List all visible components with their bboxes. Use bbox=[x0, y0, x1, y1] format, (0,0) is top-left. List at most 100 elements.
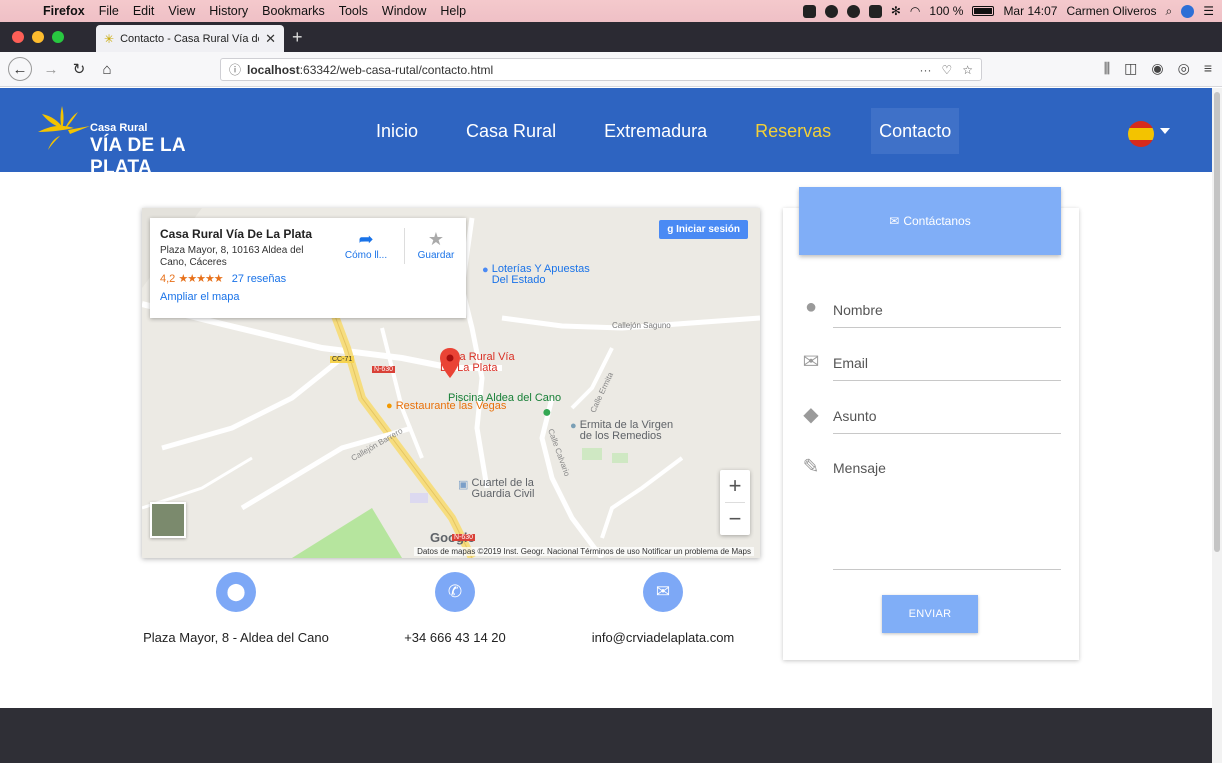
page-scrollbar[interactable] bbox=[1212, 88, 1222, 763]
map-label-ermita[interactable]: ● Ermita de la Virgen de los Remedios bbox=[570, 420, 673, 442]
map-label-restaurante[interactable]: ● Restaurante las Vegas bbox=[386, 400, 506, 412]
sidebar-icon[interactable]: ◫ bbox=[1124, 60, 1137, 77]
home-icon[interactable]: ⌂ bbox=[96, 58, 118, 80]
nav-contacto[interactable]: Contacto bbox=[871, 108, 960, 154]
directions-button[interactable]: ➦ Cómo ll... bbox=[336, 228, 396, 261]
menu-help[interactable]: Help bbox=[440, 4, 466, 18]
minimize-window-button[interactable] bbox=[32, 31, 44, 43]
map-signin-button[interactable]: g Iniciar sesión bbox=[659, 220, 748, 239]
wifi-icon[interactable]: ◠ bbox=[910, 4, 920, 18]
satellite-toggle-thumbnail[interactable] bbox=[150, 502, 186, 538]
tab-contacto[interactable]: ✳ Contacto - Casa Rural Vía de la ✕ bbox=[96, 25, 284, 52]
back-button[interactable]: ← bbox=[8, 57, 32, 81]
menu-app-firefox[interactable]: Firefox bbox=[43, 4, 85, 18]
logo-leaves-icon bbox=[38, 106, 90, 150]
battery-icon[interactable] bbox=[972, 6, 995, 16]
menu-file[interactable]: File bbox=[99, 4, 119, 18]
pencil-icon: ✎ bbox=[802, 456, 820, 478]
envelope-icon: ✉ bbox=[889, 214, 900, 228]
logo-big-text: VÍA DE LA PLATA bbox=[90, 135, 186, 178]
church-pin-icon: ● bbox=[570, 420, 577, 432]
map-pin-loterias-icon: ● bbox=[482, 264, 489, 276]
language-dropdown-caret-icon[interactable] bbox=[1160, 128, 1170, 134]
status-cloud-icon[interactable] bbox=[846, 4, 860, 18]
zoom-out-button[interactable]: − bbox=[720, 503, 750, 535]
restaurant-pin-icon: ● bbox=[386, 400, 393, 412]
info-icon[interactable]: ⓘ bbox=[229, 61, 241, 78]
nav-extremadura[interactable]: Extremadura bbox=[580, 108, 731, 154]
contact-phone: ✆ +34 666 43 14 20 bbox=[355, 572, 555, 645]
place-rating: 4,2 ★★★★★ 27 reseñas bbox=[160, 273, 287, 285]
map-marker-casa-rural[interactable]: Casa Rural Vía De La Plata bbox=[440, 348, 515, 378]
contact-email: ✉ info@crviadelaplata.com bbox=[563, 572, 763, 645]
menu-edit[interactable]: Edit bbox=[133, 4, 155, 18]
spotlight-icon[interactable]: ⌕ bbox=[1166, 4, 1173, 19]
bluetooth-icon[interactable]: ✻ bbox=[891, 4, 901, 18]
subject-field[interactable]: ◆ Asunto bbox=[799, 398, 1061, 434]
new-tab-button[interactable]: + bbox=[292, 28, 303, 46]
zoom-controls: + − bbox=[720, 470, 750, 535]
bookmark-star-icon[interactable]: ☆ bbox=[962, 63, 973, 77]
send-button[interactable]: ENVIAR bbox=[882, 595, 978, 633]
account-icon[interactable]: ◎ bbox=[1178, 60, 1190, 77]
message-field[interactable]: ✎ Mensaje bbox=[799, 450, 1061, 570]
email-icon: ✉ bbox=[802, 351, 820, 373]
tag-icon: ◆ bbox=[803, 404, 819, 426]
contact-form-card bbox=[783, 208, 1079, 660]
siri-icon[interactable] bbox=[1181, 4, 1195, 18]
url-bar[interactable]: ⓘ localhost:63342/web-casa-rutal/contact… bbox=[220, 58, 982, 81]
close-tab-icon[interactable]: ✕ bbox=[265, 31, 276, 47]
forward-button[interactable]: → bbox=[40, 58, 62, 80]
tab-title: Contacto - Casa Rural Vía de la bbox=[120, 32, 259, 45]
rating-stars-icon: ★★★★★ bbox=[178, 273, 223, 285]
name-underline bbox=[833, 327, 1061, 328]
close-window-button[interactable] bbox=[12, 31, 24, 43]
pocket-icon[interactable]: ♡ bbox=[941, 63, 952, 77]
scrollbar-thumb[interactable] bbox=[1214, 92, 1220, 552]
menu-bookmarks[interactable]: Bookmarks bbox=[262, 4, 325, 18]
status-drive-icon[interactable] bbox=[868, 4, 882, 18]
user-name[interactable]: Carmen Oliveros bbox=[1066, 4, 1156, 18]
zoom-in-button[interactable]: + bbox=[720, 470, 750, 502]
spain-flag-icon[interactable] bbox=[1128, 121, 1154, 147]
page-actions-icon[interactable]: ··· bbox=[919, 63, 931, 77]
library-icon[interactable]: ⫼ bbox=[1104, 60, 1110, 77]
save-place-button[interactable]: ★ Guardar bbox=[406, 228, 466, 261]
menu-view[interactable]: View bbox=[168, 4, 195, 18]
directions-icon: ➦ bbox=[358, 229, 374, 249]
envelope-icon: ✉ bbox=[643, 572, 683, 612]
contact-address: ⬤ Plaza Mayor, 8 - Aldea del Cano bbox=[136, 572, 336, 645]
menu-tools[interactable]: Tools bbox=[339, 4, 368, 18]
browser-toolbar: ← → ↻ ⌂ ⓘ localhost:63342/web-casa-rutal… bbox=[0, 52, 1222, 87]
site-logo[interactable]: Casa Rural VÍA DE LA PLATA bbox=[34, 104, 214, 178]
email-text[interactable]: info@crviadelaplata.com bbox=[563, 630, 763, 645]
clock[interactable]: Mar 14:07 bbox=[1003, 4, 1057, 18]
zoom-window-button[interactable] bbox=[52, 31, 64, 43]
menu-window[interactable]: Window bbox=[382, 4, 426, 18]
name-field[interactable]: ● Nombre bbox=[799, 292, 1061, 328]
url-host: localhost bbox=[247, 62, 300, 77]
status-sync-icon[interactable] bbox=[824, 4, 838, 18]
red-map-pin-icon bbox=[440, 348, 460, 378]
map-label-cuartel[interactable]: ▣ Cuartel de la Guardia Civil bbox=[458, 478, 534, 500]
notification-center-icon[interactable]: ☰ bbox=[1203, 4, 1214, 18]
extension-icon[interactable]: ◉ bbox=[1151, 60, 1163, 77]
google-map[interactable]: ● Loterías Y Apuestas Del Estado Callejó… bbox=[142, 208, 760, 558]
nav-casa-rural[interactable]: Casa Rural bbox=[442, 108, 580, 154]
map-label-loterias[interactable]: ● Loterías Y Apuestas Del Estado bbox=[482, 264, 590, 286]
reviews-link[interactable]: 27 reseñas bbox=[232, 273, 286, 285]
reload-button[interactable]: ↻ bbox=[68, 58, 90, 80]
nav-inicio[interactable]: Inicio bbox=[352, 108, 442, 154]
enlarge-map-link[interactable]: Ampliar el mapa bbox=[160, 291, 456, 303]
map-pin-piscina-icon[interactable]: ● bbox=[542, 404, 552, 422]
form-title: Contáctanos bbox=[903, 214, 971, 228]
map-attribution[interactable]: Datos de mapas ©2019 Inst. Geogr. Nacion… bbox=[414, 547, 754, 556]
email-label: Email bbox=[833, 355, 869, 371]
favicon-icon: ✳ bbox=[104, 31, 115, 46]
status-app-icon[interactable] bbox=[802, 4, 816, 18]
nav-reservas[interactable]: Reservas bbox=[731, 108, 855, 154]
menu-hamburger-icon[interactable]: ≡ bbox=[1204, 60, 1212, 77]
menu-history[interactable]: History bbox=[209, 4, 248, 18]
email-field[interactable]: ✉ Email bbox=[799, 345, 1061, 381]
phone-text[interactable]: +34 666 43 14 20 bbox=[355, 630, 555, 645]
